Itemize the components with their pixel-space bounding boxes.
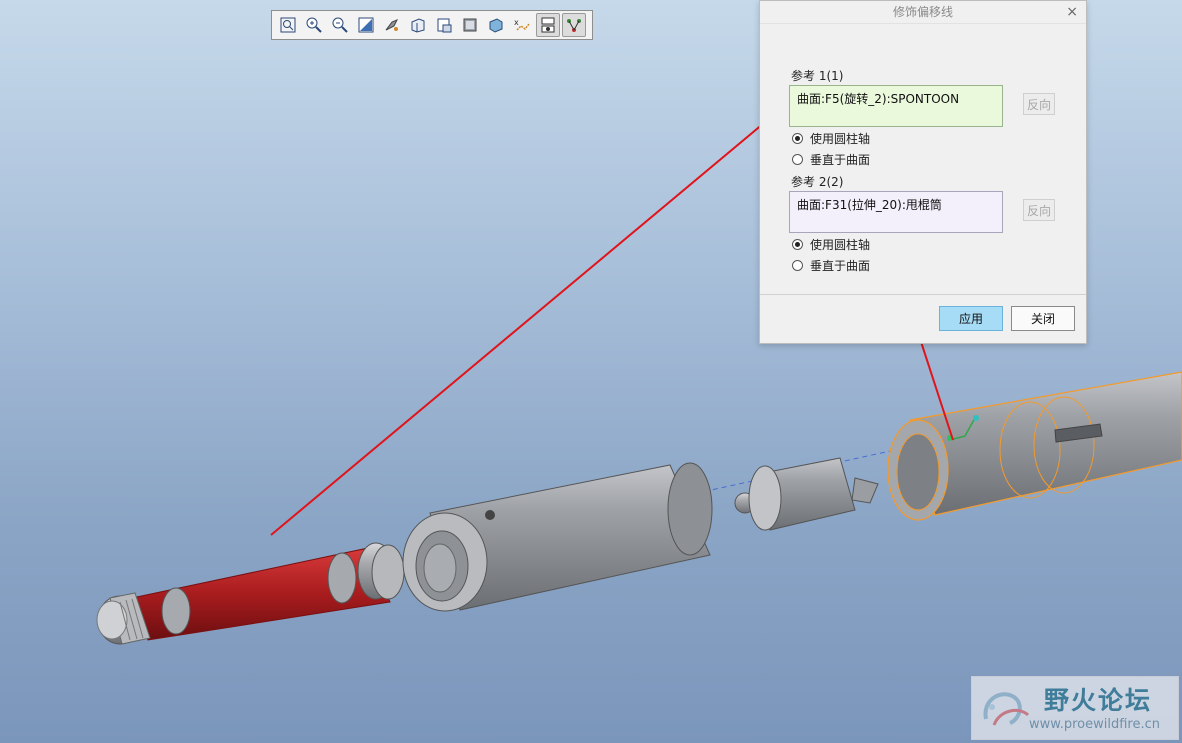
close-icon[interactable]: ×	[1066, 1, 1078, 23]
datum-display-icon: x	[514, 18, 530, 31]
view-toolbar: x	[271, 10, 593, 40]
spin-center-icon	[385, 19, 399, 31]
cosmetic-offset-button[interactable]	[562, 13, 586, 37]
view-manager-icon	[489, 18, 503, 33]
repaint-icon	[358, 17, 374, 33]
cosmetic-offset-icon	[567, 19, 581, 32]
option-label: 使用圆柱轴	[810, 238, 871, 252]
option-label: 垂直于曲面	[810, 259, 871, 273]
view-manager-button[interactable]	[484, 13, 508, 37]
reference2-collector[interactable]: 曲面:F31(拉伸_20):甩棍筒	[789, 191, 1003, 233]
radio-unselected-icon	[792, 260, 803, 271]
reference1-option-cylinder-axis[interactable]: 使用圆柱轴	[792, 130, 870, 147]
zoom-out-icon	[332, 17, 348, 33]
option-label: 使用圆柱轴	[810, 132, 871, 146]
reference1-label: 参考 1(1)	[791, 69, 844, 83]
forum-watermark: 野火论坛 www.proewildfire.cn	[971, 676, 1179, 740]
connector-part[interactable]	[734, 457, 879, 531]
reference2-option-cylinder-axis[interactable]: 使用圆柱轴	[792, 236, 870, 253]
svg-text:x: x	[514, 18, 519, 27]
repaint-button[interactable]	[354, 13, 378, 37]
watermark-title: 野火论坛	[1044, 686, 1153, 715]
reference1-flip-button[interactable]: 反向	[1023, 93, 1055, 115]
forum-logo-icon	[983, 692, 1030, 726]
radio-selected-icon	[792, 133, 803, 144]
close-button[interactable]: 关闭	[1011, 306, 1075, 331]
zoom-fit-icon	[280, 17, 296, 33]
reference1-collector[interactable]: 曲面:F5(旋转_2):SPONTOON	[789, 85, 1003, 127]
watermark-url: www.proewildfire.cn	[1029, 717, 1160, 732]
datum-display-button[interactable]: x	[510, 13, 534, 37]
spontoon-shaft[interactable]	[96, 542, 405, 645]
sleeve-part[interactable]	[402, 462, 713, 612]
zoom-in-icon	[306, 17, 322, 33]
zoom-out-button[interactable]	[328, 13, 352, 37]
tube-part[interactable]	[887, 371, 1182, 521]
radio-unselected-icon	[792, 154, 803, 165]
reference2-flip-button[interactable]: 反向	[1023, 199, 1055, 221]
saved-views-button[interactable]	[432, 13, 456, 37]
display-style-button[interactable]	[458, 13, 482, 37]
cosmetic-offset-dialog: 修饰偏移线 × 参考 1(1) 曲面:F5(旋转_2):SPONTOON 反向 …	[759, 0, 1087, 344]
view-orient-icon	[411, 18, 425, 33]
apply-button[interactable]: 应用	[939, 306, 1003, 331]
annotation-display-button[interactable]	[536, 13, 560, 37]
option-label: 垂直于曲面	[810, 153, 871, 167]
radio-selected-icon	[792, 239, 803, 250]
reference2-label: 参考 2(2)	[791, 175, 844, 189]
spin-center-button[interactable]	[380, 13, 404, 37]
reference2-option-normal-surface[interactable]: 垂直于曲面	[792, 257, 870, 274]
zoom-fit-button[interactable]	[276, 13, 300, 37]
dialog-title-bar: 修饰偏移线 ×	[760, 1, 1086, 24]
view-orient-button[interactable]	[406, 13, 430, 37]
saved-views-icon	[437, 18, 452, 33]
display-style-icon	[463, 18, 477, 32]
reference1-option-normal-surface[interactable]: 垂直于曲面	[792, 151, 870, 168]
zoom-in-button[interactable]	[302, 13, 326, 37]
dialog-divider	[760, 294, 1086, 295]
annotation-display-icon	[541, 17, 555, 33]
dialog-title: 修饰偏移线	[892, 5, 953, 19]
